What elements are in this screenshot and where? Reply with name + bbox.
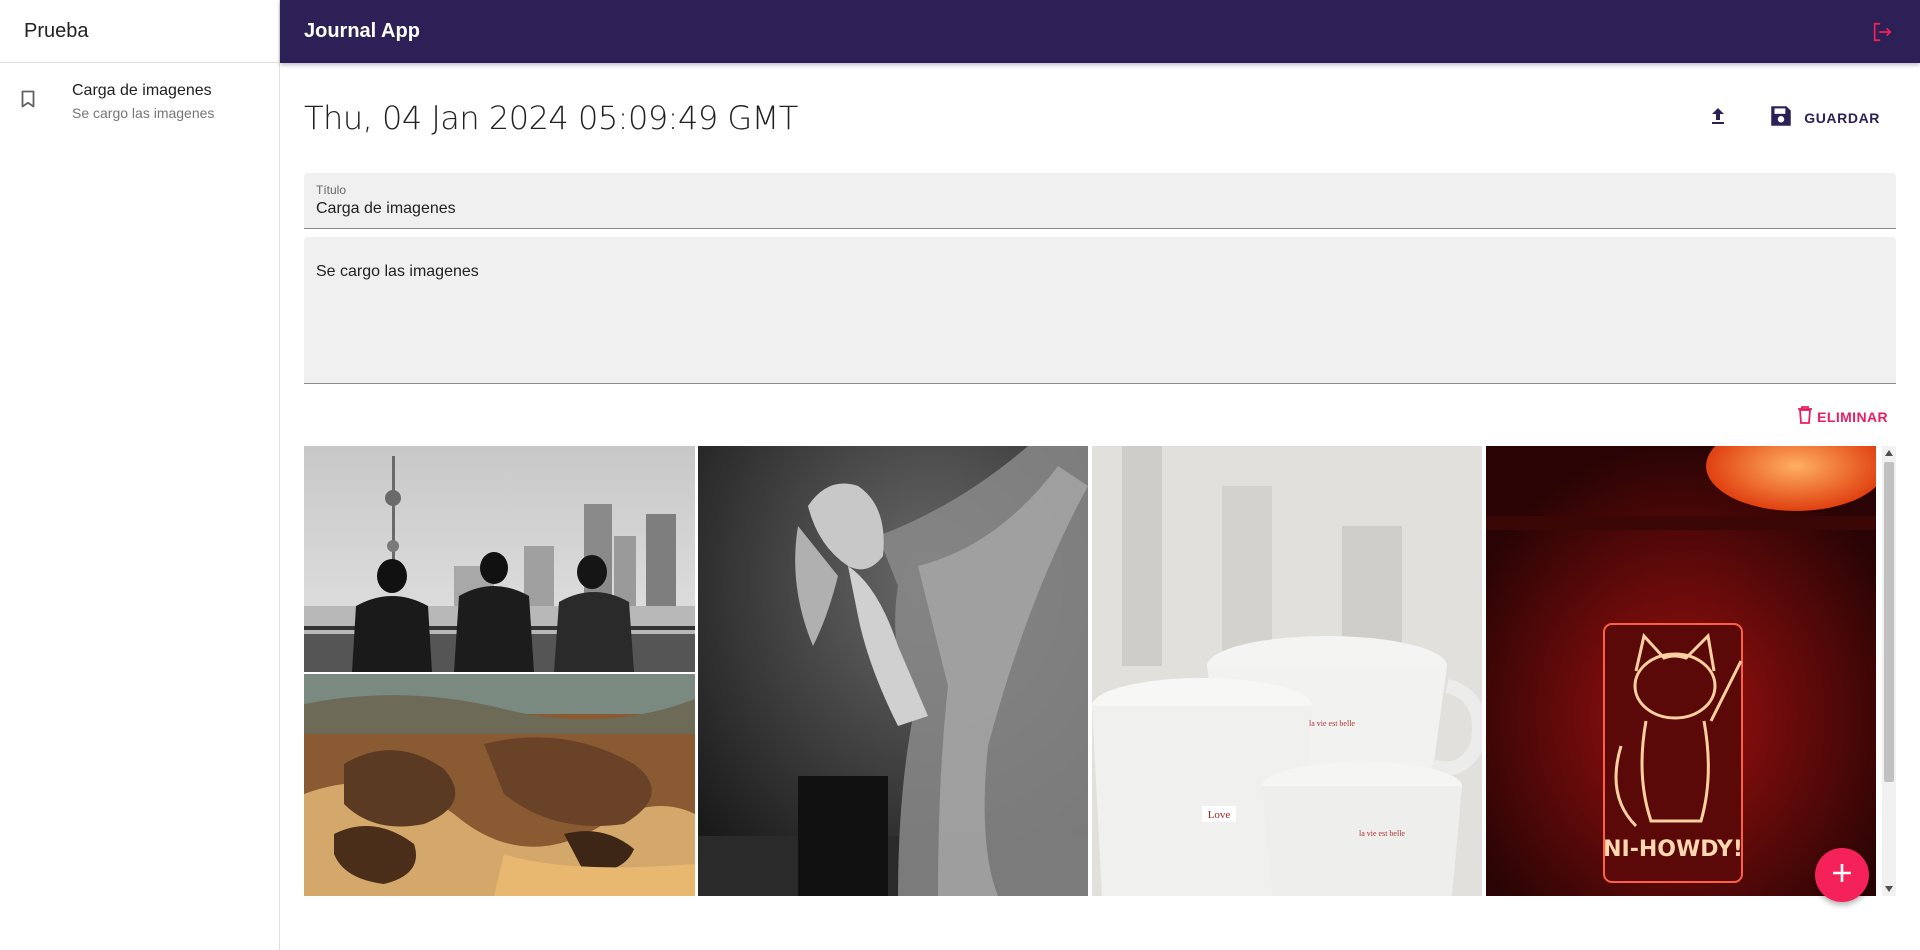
trash-icon xyxy=(1797,405,1813,430)
sidebar-item-carga-de-imagenes[interactable]: Carga de imagenes Se cargo las imagenes xyxy=(0,63,279,123)
add-icon xyxy=(1831,862,1853,889)
gallery-image-city-skyline[interactable] xyxy=(304,446,695,672)
sidebar-item-title: Carga de imagenes xyxy=(72,82,212,99)
sidebar: Prueba Carga de imagenes Se cargo las im… xyxy=(0,0,280,950)
add-note-button[interactable] xyxy=(1815,848,1869,902)
svg-text:NI-HOWDY!: NI-HOWDY! xyxy=(1603,837,1743,862)
svg-text:la vie est belle: la vie est belle xyxy=(1309,719,1355,728)
gallery-image-white-cups[interactable]: Love la vie est belle la vie est belle xyxy=(1092,446,1482,896)
sidebar-item-subtitle: Se cargo las imagenes xyxy=(72,105,215,121)
app-title: Journal App xyxy=(304,20,420,42)
app-bar: Journal App xyxy=(280,0,1920,63)
gallery-scrollbar[interactable] xyxy=(1882,446,1896,896)
upload-icon xyxy=(1709,106,1727,131)
sidebar-title: Prueba xyxy=(24,19,89,42)
save-button[interactable]: GUARDAR xyxy=(1756,97,1892,140)
logout-icon[interactable] xyxy=(1868,18,1896,46)
upload-button[interactable] xyxy=(1698,98,1738,138)
gallery-image-desert-rocks[interactable] xyxy=(304,674,695,896)
note-header: Thu, 04 Jan 2024 05:09:49 GMT GUARDAR xyxy=(304,63,1896,173)
title-field-label: Título xyxy=(316,183,347,197)
title-field[interactable]: Título xyxy=(304,173,1896,229)
title-input[interactable] xyxy=(316,200,1884,218)
delete-row: ELIMINAR xyxy=(304,384,1896,450)
delete-button[interactable]: ELIMINAR xyxy=(1797,405,1888,430)
svg-text:la vie est belle: la vie est belle xyxy=(1359,829,1405,838)
body-field[interactable]: Se cargo las imagenes xyxy=(304,237,1896,384)
delete-label: ELIMINAR xyxy=(1817,409,1888,425)
gallery-image-dancer[interactable] xyxy=(698,446,1088,896)
save-icon xyxy=(1768,103,1794,134)
save-label: GUARDAR xyxy=(1804,110,1880,126)
sidebar-header: Prueba xyxy=(0,0,279,63)
note-editor: Thu, 04 Jan 2024 05:09:49 GMT GUARDAR Tí… xyxy=(304,63,1896,450)
gallery-image-neon-cat[interactable]: NI-HOWDY! xyxy=(1486,446,1876,896)
note-date: Thu, 04 Jan 2024 05:09:49 GMT xyxy=(304,99,798,137)
bookmark-icon xyxy=(16,87,40,111)
image-gallery: Love la vie est belle la vie est belle N… xyxy=(304,446,1896,896)
note-actions: GUARDAR xyxy=(1698,97,1892,140)
scroll-down-arrow-icon[interactable] xyxy=(1882,882,1896,896)
scroll-thumb[interactable] xyxy=(1884,462,1894,782)
body-textarea[interactable]: Se cargo las imagenes xyxy=(316,263,1884,373)
scroll-up-arrow-icon[interactable] xyxy=(1882,446,1896,460)
svg-text:Love: Love xyxy=(1208,809,1231,821)
